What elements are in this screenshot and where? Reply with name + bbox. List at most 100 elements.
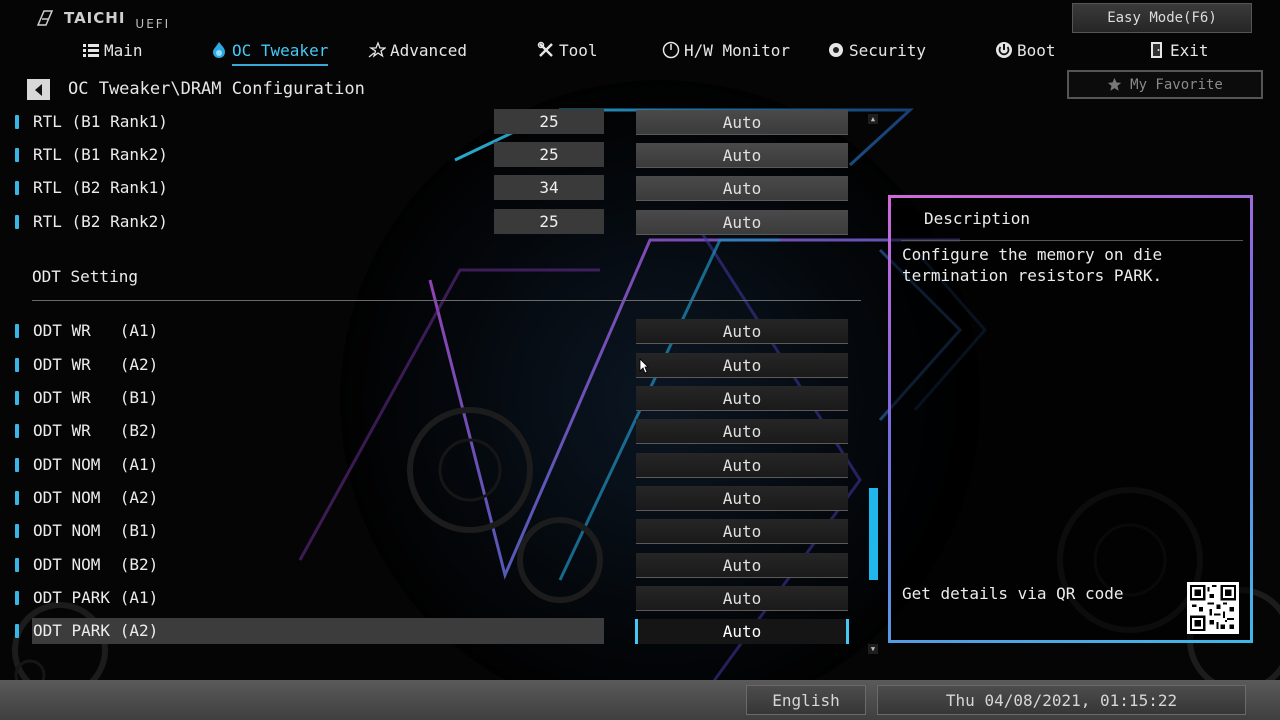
setting-option-dropdown[interactable]: Auto	[636, 586, 848, 611]
setting-option-dropdown[interactable]: Auto	[636, 110, 848, 135]
setting-option-dropdown[interactable]: Auto	[636, 386, 848, 411]
setting-label: ODT NOM (A2)	[33, 488, 159, 507]
list-icon	[83, 44, 99, 57]
my-favorite-button[interactable]: My Favorite	[1067, 70, 1263, 99]
qr-code-label: Get details via QR code	[902, 584, 1124, 603]
logo-uefi: UEFI	[135, 17, 171, 31]
star-arrow-icon	[368, 41, 386, 58]
tab-exit-label: Exit	[1170, 40, 1209, 60]
setting-label: RTL (B2 Rank1)	[33, 178, 168, 197]
setting-option-dropdown[interactable]: Auto	[636, 486, 848, 511]
row-marker	[15, 624, 19, 638]
setting-value: 25	[494, 109, 604, 134]
setting-option-dropdown[interactable]: Auto	[636, 519, 848, 544]
setting-row-odt-park-a2[interactable]: ODT PARK (A2) Auto	[0, 618, 880, 644]
language-selector[interactable]: English	[746, 685, 866, 715]
back-button[interactable]	[27, 79, 50, 100]
scroll-down-arrow-icon[interactable]: ▼	[868, 644, 878, 654]
tab-security[interactable]: Security	[827, 36, 926, 64]
setting-option-dropdown[interactable]: Auto	[636, 319, 848, 344]
breadcrumb: OC Tweaker\DRAM Configuration	[68, 79, 365, 99]
tab-security-label: Security	[849, 40, 927, 60]
description-panel: Description Configure the memory on die …	[888, 195, 1253, 643]
scrollbar-thumb[interactable]	[869, 488, 878, 580]
setting-label: ODT PARK (A2)	[33, 621, 159, 640]
row-marker	[15, 424, 19, 438]
setting-row-odt-park-a1[interactable]: ODT PARK (A1) Auto	[0, 585, 880, 611]
setting-label: ODT NOM (A1)	[33, 455, 159, 474]
power-icon	[996, 42, 1012, 58]
tab-boot[interactable]: Boot	[995, 36, 1056, 64]
mouse-cursor-icon	[639, 358, 649, 374]
tab-advanced[interactable]: Advanced	[368, 36, 467, 64]
tab-exit[interactable]: Exit	[1148, 36, 1209, 64]
setting-row-odt-nom-a2[interactable]: ODT NOM (A2) Auto	[0, 485, 880, 511]
setting-row-rtl-b1-rank2[interactable]: RTL (B1 Rank2) 25 Auto	[0, 142, 880, 168]
easy-mode-button[interactable]: Easy Mode(F6)	[1072, 3, 1252, 33]
star-icon	[1107, 77, 1122, 91]
setting-label: RTL (B1 Rank1)	[33, 112, 168, 131]
setting-row-odt-wr-a1[interactable]: ODT WR (A1) Auto	[0, 318, 880, 344]
setting-label: ODT WR (A1)	[33, 321, 159, 340]
setting-label: ODT WR (B1)	[33, 388, 159, 407]
flame-icon	[213, 42, 225, 58]
setting-value: 25	[494, 142, 604, 167]
tab-main-label: Main	[104, 40, 143, 60]
setting-row-rtl-b2-rank1[interactable]: RTL (B2 Rank1) 34 Auto	[0, 175, 880, 201]
tab-oc-tweaker[interactable]: OC Tweaker	[210, 36, 329, 66]
tab-hw-monitor[interactable]: H/W Monitor	[662, 36, 790, 64]
setting-option-dropdown[interactable]: Auto	[636, 176, 848, 201]
row-marker	[15, 491, 19, 505]
row-marker	[15, 524, 19, 538]
description-text: Configure the memory on die termination …	[902, 245, 1163, 285]
setting-label: ODT WR (B2)	[33, 421, 159, 440]
setting-label: ODT WR (A2)	[33, 355, 159, 374]
tab-main[interactable]: Main	[82, 36, 143, 64]
taichi-logo: TAICHI UEFI	[36, 9, 170, 31]
setting-row-rtl-b2-rank2[interactable]: RTL (B2 Rank2) 25 Auto	[0, 209, 880, 235]
setting-label: ODT PARK (A1)	[33, 588, 159, 607]
setting-label: RTL (B2 Rank2)	[33, 212, 168, 231]
row-marker	[15, 358, 19, 372]
setting-row-rtl-b1-rank1[interactable]: RTL (B1 Rank1) 25 Auto	[0, 109, 880, 135]
setting-row-odt-wr-b2[interactable]: ODT WR (B2) Auto	[0, 418, 880, 444]
setting-label: ODT NOM (B2)	[33, 555, 159, 574]
qr-code-icon[interactable]	[1187, 582, 1239, 634]
row-marker	[15, 324, 19, 338]
tab-boot-label: Boot	[1017, 40, 1056, 60]
setting-option-dropdown[interactable]: Auto	[636, 553, 848, 578]
row-marker	[15, 181, 19, 195]
setting-row-odt-wr-a2[interactable]: ODT WR (A2) Auto	[0, 352, 880, 378]
setting-option-dropdown[interactable]: Auto	[636, 453, 848, 478]
setting-option-dropdown[interactable]: Auto	[636, 210, 848, 235]
exit-door-icon	[1151, 42, 1162, 58]
row-marker	[15, 591, 19, 605]
wrench-icon	[537, 41, 553, 57]
section-title-odt: ODT Setting	[32, 267, 138, 286]
tab-tool[interactable]: Tool	[537, 36, 598, 64]
row-marker	[15, 391, 19, 405]
setting-row-odt-wr-b1[interactable]: ODT WR (B1) Auto	[0, 385, 880, 411]
setting-option-dropdown[interactable]: Auto	[636, 353, 848, 378]
datetime-display: Thu 04/08/2021, 01:15:22	[877, 685, 1246, 715]
scroll-up-arrow-icon[interactable]: ▲	[868, 114, 878, 124]
setting-row-odt-nom-b2[interactable]: ODT NOM (B2) Auto	[0, 552, 880, 578]
setting-row-odt-nom-b1[interactable]: ODT NOM (B1) Auto	[0, 518, 880, 544]
setting-row-odt-nom-a1[interactable]: ODT NOM (A1) Auto	[0, 452, 880, 478]
row-marker	[15, 558, 19, 572]
setting-value: 25	[494, 209, 604, 234]
setting-option-dropdown[interactable]: Auto	[635, 619, 849, 644]
back-arrow-icon	[34, 83, 42, 96]
shield-gear-icon	[829, 43, 843, 57]
taichi-gear-logo-icon	[36, 10, 54, 26]
my-favorite-label: My Favorite	[1130, 76, 1223, 93]
tab-oc-tweaker-label: OC Tweaker	[232, 40, 329, 60]
description-divider	[901, 240, 1243, 241]
tab-hw-monitor-label: H/W Monitor	[684, 40, 790, 60]
row-marker	[15, 115, 19, 129]
setting-option-dropdown[interactable]: Auto	[636, 419, 848, 444]
setting-label: RTL (B1 Rank2)	[33, 145, 168, 164]
row-marker	[15, 148, 19, 162]
setting-option-dropdown[interactable]: Auto	[636, 143, 848, 168]
row-marker	[15, 215, 19, 229]
